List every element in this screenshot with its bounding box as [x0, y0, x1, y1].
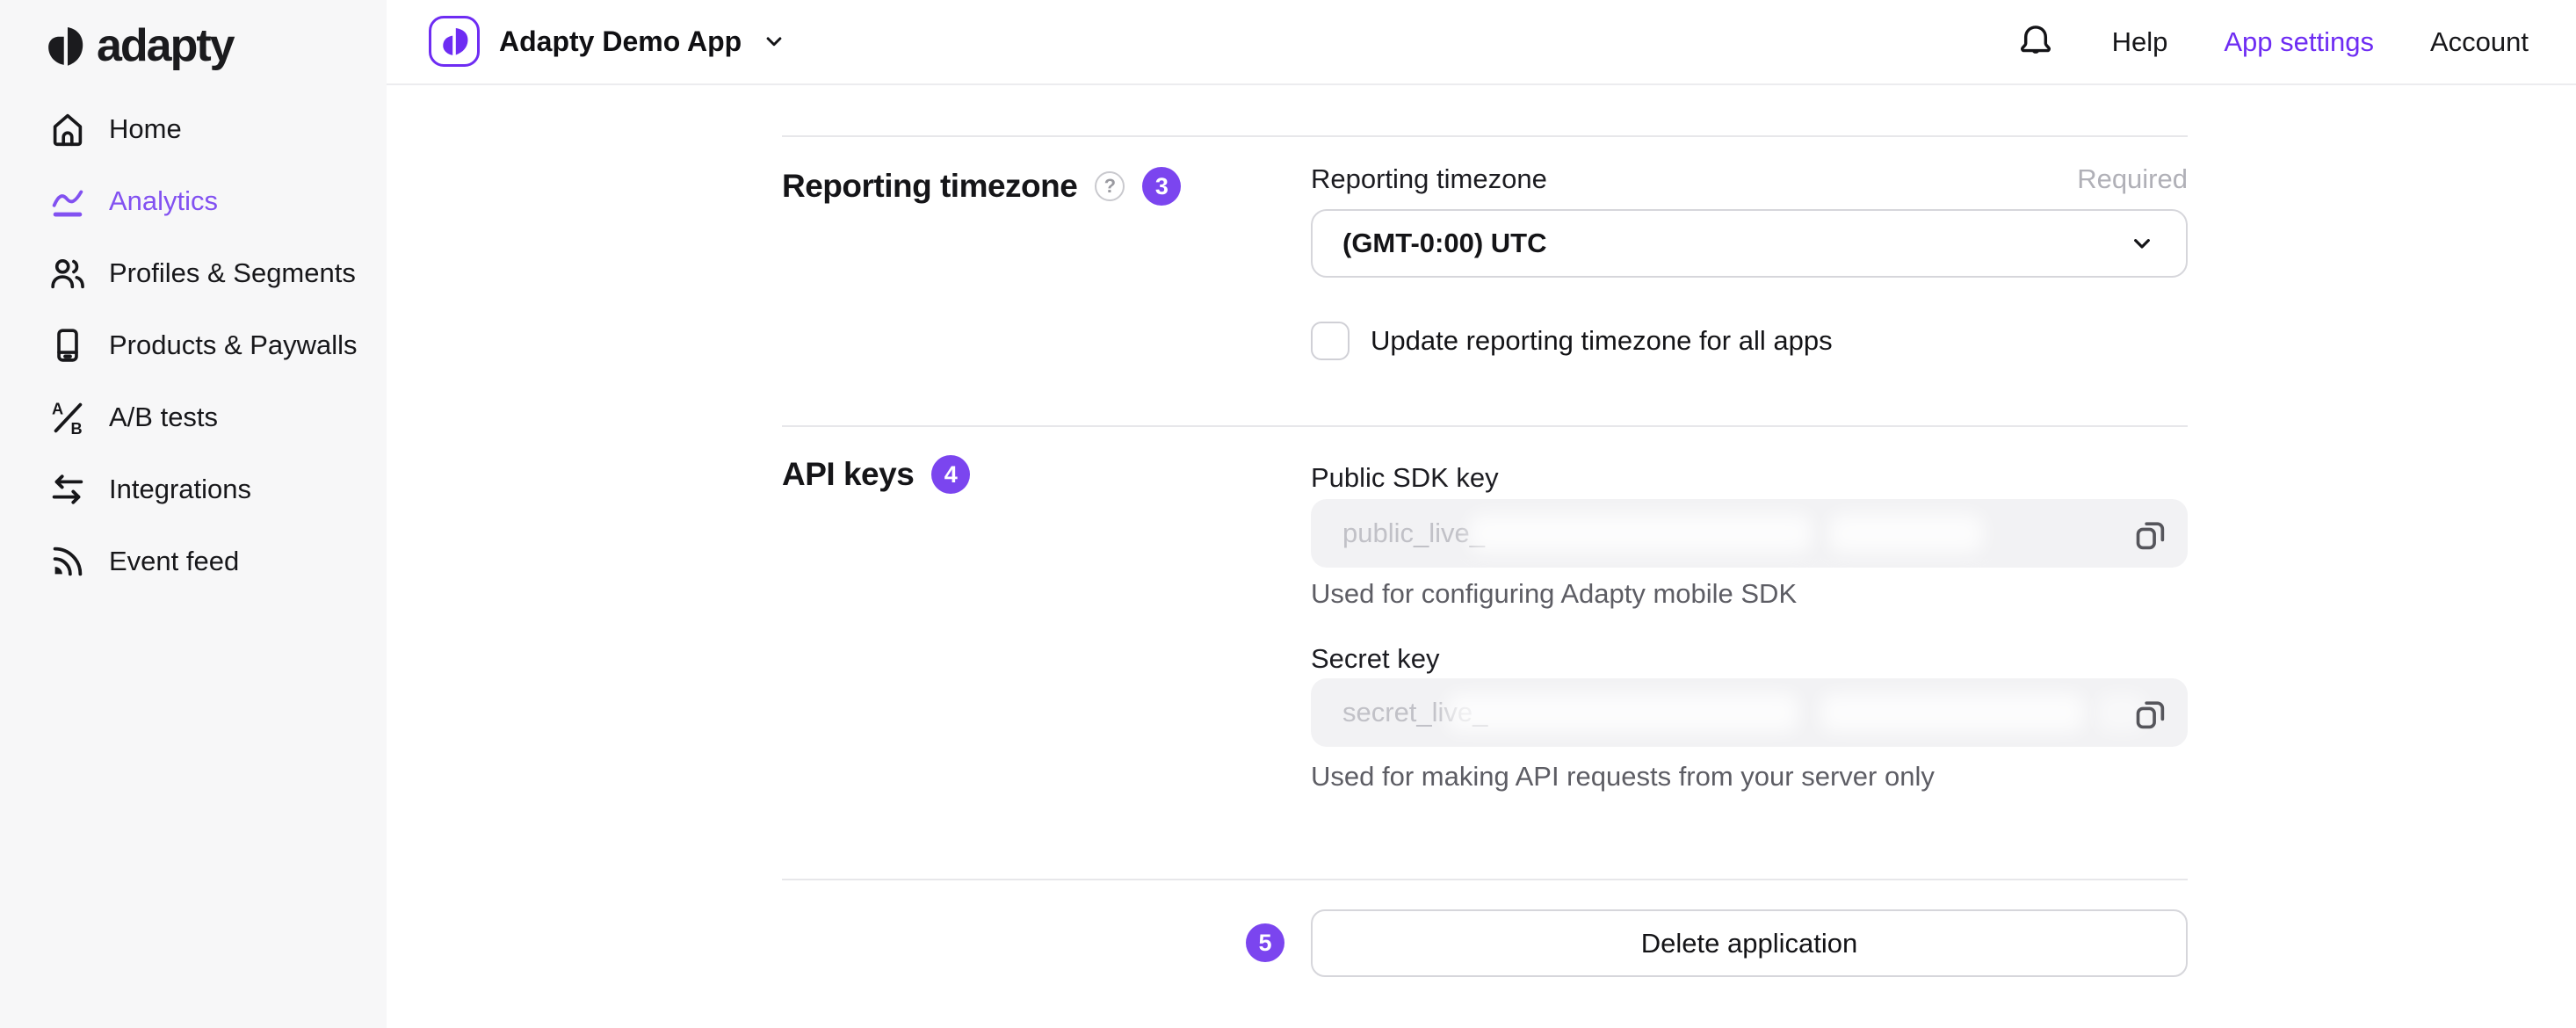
svg-text:A: A — [52, 401, 63, 418]
header-right-nav: Help App settings Account — [2015, 0, 2529, 83]
sidebar: adapty Home Analytics — [0, 0, 387, 1028]
timezone-select[interactable]: (GMT-0:00) UTC — [1311, 209, 2188, 278]
delete-application-label: Delete application — [1641, 928, 1857, 959]
svg-text:B: B — [70, 420, 82, 438]
secret-key-field[interactable]: secret_live_ — [1311, 678, 2188, 747]
app-selector-dropdown[interactable]: Adapty Demo App — [429, 16, 787, 67]
section-title: API keys — [782, 456, 914, 493]
reporting-timezone-section-header: Reporting timezone ? 3 — [782, 167, 1181, 206]
sidebar-item-label: Event feed — [109, 546, 239, 577]
question-mark-icon[interactable]: ? — [1095, 171, 1125, 201]
api-keys-section-header: API keys 4 — [782, 455, 970, 494]
sidebar-item-home[interactable]: Home — [0, 93, 387, 165]
update-all-apps-row: Update reporting timezone for all apps — [1311, 322, 1833, 360]
public-key-value-prefix: public_live_ — [1342, 499, 1485, 568]
adapty-leaf-icon — [44, 21, 86, 70]
adapty-app-icon — [429, 16, 480, 67]
analytics-icon — [47, 181, 88, 221]
ab-tests-icon: A B — [47, 397, 88, 438]
delete-application-button[interactable]: Delete application — [1311, 909, 2188, 977]
sidebar-item-label: Analytics — [109, 185, 218, 217]
profiles-icon — [47, 253, 88, 293]
sidebar-item-label: Integrations — [109, 474, 251, 505]
sidebar-item-label: Home — [109, 113, 182, 145]
section-divider — [782, 135, 2188, 137]
sidebar-item-label: Products & Paywalls — [109, 329, 358, 361]
step-badge-5: 5 — [1246, 923, 1284, 962]
section-title: Reporting timezone — [782, 168, 1077, 205]
public-sdk-key-label: Public SDK key — [1311, 462, 1499, 493]
blurred-key-mask — [1469, 514, 1812, 553]
secret-key-label-row: Secret key — [1311, 643, 2188, 675]
timezone-select-value: (GMT-0:00) UTC — [1342, 228, 2128, 259]
update-all-apps-label: Update reporting timezone for all apps — [1371, 325, 1833, 357]
chevron-down-icon — [761, 28, 787, 54]
account-link[interactable]: Account — [2430, 26, 2529, 58]
copy-icon[interactable] — [2130, 692, 2170, 733]
sidebar-item-integrations[interactable]: Integrations — [0, 453, 387, 525]
timezone-field-label: Reporting timezone — [1311, 163, 1547, 195]
logo-wordmark: adapty — [97, 19, 234, 72]
top-header: Adapty Demo App Help App settings Accoun… — [387, 0, 2576, 85]
event-feed-icon — [47, 541, 88, 582]
help-link[interactable]: Help — [2112, 26, 2168, 58]
products-icon — [47, 325, 88, 366]
sidebar-item-products-paywalls[interactable]: Products & Paywalls — [0, 309, 387, 381]
blurred-key-mask — [1820, 693, 2084, 732]
copy-icon[interactable] — [2130, 513, 2170, 554]
section-divider — [782, 425, 2188, 427]
current-app-name: Adapty Demo App — [499, 25, 742, 58]
sidebar-nav: Home Analytics Profiles & Segments — [0, 93, 387, 597]
adapty-logo[interactable]: adapty — [44, 19, 234, 72]
step-badge-3: 3 — [1142, 167, 1181, 206]
public-key-helper-text: Used for configuring Adapty mobile SDK — [1311, 578, 1797, 610]
home-icon — [47, 109, 88, 149]
app-settings-link[interactable]: App settings — [2224, 26, 2374, 58]
blurred-key-mask — [1829, 514, 1983, 553]
sidebar-item-event-feed[interactable]: Event feed — [0, 525, 387, 597]
sidebar-item-label: A/B tests — [109, 402, 218, 433]
secret-key-label: Secret key — [1311, 643, 1439, 674]
sidebar-item-ab-tests[interactable]: A B A/B tests — [0, 381, 387, 453]
sidebar-item-label: Profiles & Segments — [109, 257, 356, 289]
sidebar-item-analytics[interactable]: Analytics — [0, 165, 387, 237]
section-divider — [782, 879, 2188, 880]
secret-key-helper-text: Used for making API requests from your s… — [1311, 761, 1935, 793]
sidebar-item-profiles-segments[interactable]: Profiles & Segments — [0, 237, 387, 309]
app-settings-page: adapty Home Analytics — [0, 0, 2576, 1028]
public-sdk-key-field[interactable]: public_live_ — [1311, 499, 2188, 568]
chevron-down-icon — [2128, 229, 2156, 257]
step-badge-4: 4 — [931, 455, 970, 494]
required-label: Required — [2077, 163, 2188, 195]
notification-bell-icon[interactable] — [2015, 22, 2056, 62]
integrations-icon — [47, 469, 88, 510]
public-key-label-row: Public SDK key — [1311, 462, 2188, 494]
timezone-label-row: Reporting timezone Required — [1311, 163, 2188, 195]
update-all-apps-checkbox[interactable] — [1311, 322, 1350, 360]
blurred-key-mask — [1447, 693, 1798, 732]
